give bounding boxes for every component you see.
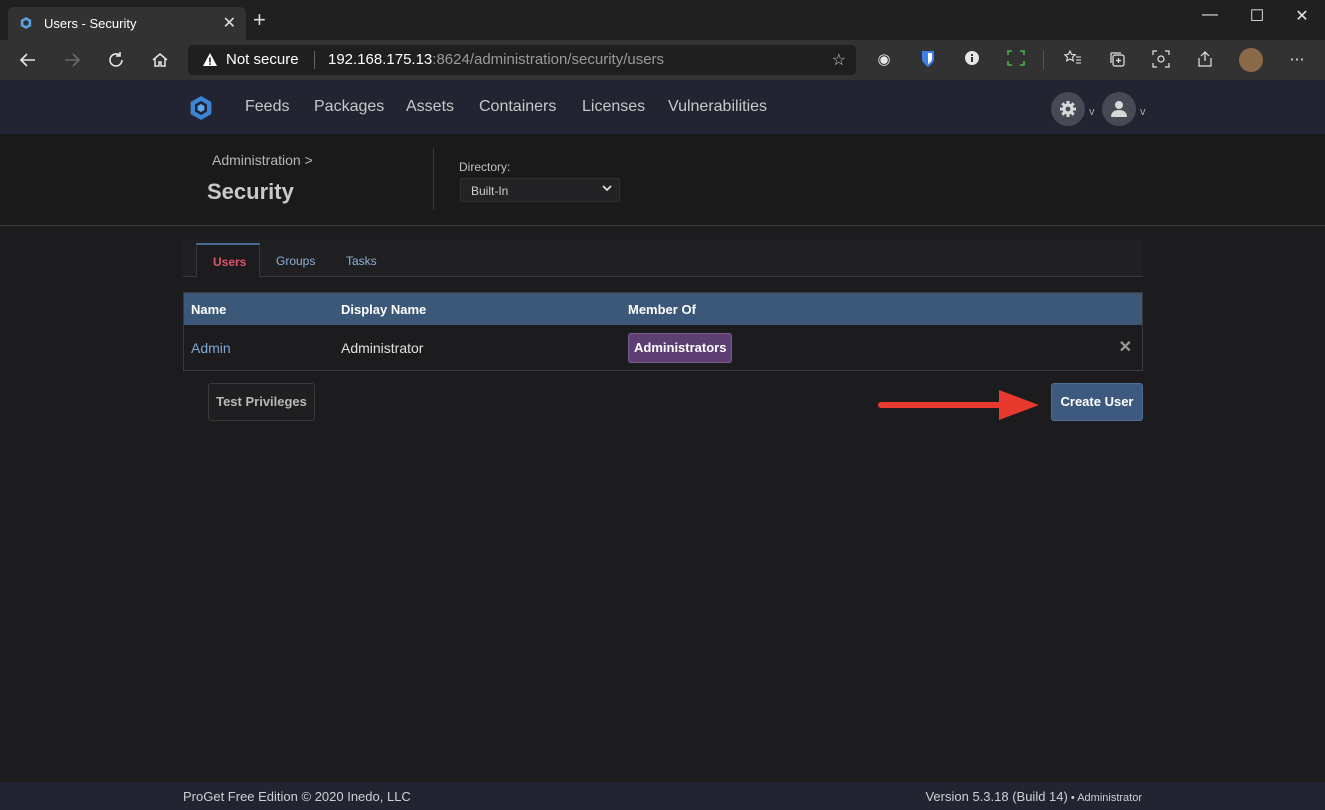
tab-close-icon[interactable]: ✕ [223,13,236,33]
browser-tab[interactable]: Users - Security ✕ [8,7,246,40]
settings-button[interactable] [1051,92,1085,126]
footer-version: Version 5.3.18 (Build 14) [925,789,1068,804]
directory-select[interactable]: Built-In [460,178,620,202]
nav-containers[interactable]: Containers [479,98,556,116]
directory-value: Built-In [471,184,509,198]
maximize-button[interactable]: ☐ [1245,6,1269,26]
chevron-down-icon [602,185,612,192]
favorite-star-icon[interactable]: ☆ [832,50,846,70]
warning-icon [203,53,217,66]
screenshot-icon[interactable] [1151,50,1171,70]
capture-extension-icon[interactable] [1006,50,1026,70]
table-header: Name Display Name Member Of [184,293,1142,325]
footer-version-info: Version 5.3.18 (Build 14) • Administrato… [925,789,1142,804]
extension-info-icon[interactable] [962,50,982,70]
browser-titlebar: Users - Security ✕ + — ☐ ✕ [0,0,1325,40]
collections-icon[interactable] [1107,50,1127,70]
create-user-button[interactable]: Create User [1051,383,1143,421]
table-row: Admin Administrator Administrators ✕ [184,325,1142,370]
column-header-name: Name [191,302,227,317]
settings-caret[interactable]: v [1089,106,1095,118]
home-icon[interactable] [149,49,171,71]
security-tabs: Users Groups Tasks [183,240,1143,277]
app-navbar: Feeds Packages Assets Containers License… [0,80,1325,134]
user-menu-button[interactable] [1102,92,1136,126]
column-header-display-name: Display Name [341,302,427,317]
breadcrumb[interactable]: Administration > [212,152,313,168]
share-icon[interactable] [1195,50,1215,70]
delete-user-icon[interactable]: ✕ [1119,337,1132,357]
tab-users[interactable]: Users [196,243,260,277]
user-display-name: Administrator [341,340,424,356]
users-table: Name Display Name Member Of Admin Admini… [183,292,1143,371]
annotation-arrow-icon [878,390,1039,420]
footer-copyright: ProGet Free Edition © 2020 Inedo, LLC [183,789,411,804]
profile-avatar[interactable] [1239,48,1263,72]
close-window-button[interactable]: ✕ [1290,6,1314,26]
tab-tasks[interactable]: Tasks [330,243,393,277]
nav-vulnerabilities[interactable]: Vulnerabilities [668,98,767,116]
tab-groups[interactable]: Groups [260,243,331,277]
nav-licenses[interactable]: Licenses [582,98,645,116]
back-icon[interactable] [17,49,39,71]
url-text[interactable]: 192.168.175.13:8624/administration/secur… [328,51,664,68]
toolbar-divider [1043,51,1044,69]
column-header-member-of: Member Of [628,302,696,317]
url-path: :8624/administration/security/users [432,51,665,68]
forward-icon[interactable] [61,49,83,71]
tab-title: Users - Security [44,16,137,31]
nav-feeds[interactable]: Feeds [245,98,289,116]
favorites-icon[interactable] [1063,49,1083,70]
page-header: Administration > Security Directory: Bui… [0,134,1325,226]
new-tab-button[interactable]: + [253,9,266,31]
footer-separator: • [1067,792,1078,804]
proget-favicon-icon [20,17,32,29]
address-bar[interactable]: Not secure 192.168.175.13:8624/administr… [188,45,856,75]
group-badge[interactable]: Administrators [628,333,733,363]
url-host: 192.168.175.13 [328,51,433,68]
user-caret[interactable]: v [1140,106,1146,118]
user-icon [1111,101,1127,117]
browser-toolbar: Not secure 192.168.175.13:8624/administr… [0,40,1325,80]
nav-assets[interactable]: Assets [406,98,454,116]
minimize-button[interactable]: — [1198,6,1222,26]
footer: ProGet Free Edition © 2020 Inedo, LLC Ve… [0,782,1325,810]
bitwarden-shield-icon[interactable] [918,50,938,70]
page-title: Security [207,179,294,204]
more-menu-icon[interactable]: ⋯ [1287,50,1307,70]
refresh-icon[interactable] [105,49,127,71]
test-privileges-button[interactable]: Test Privileges [208,383,315,421]
user-name-link[interactable]: Admin [191,340,231,356]
directory-label: Directory: [459,160,511,174]
nav-packages[interactable]: Packages [314,98,384,116]
gear-icon [1060,101,1076,117]
proget-logo-icon[interactable] [188,95,214,121]
security-status[interactable]: Not secure [226,51,299,68]
footer-user[interactable]: Administrator [1077,792,1142,804]
header-divider [433,148,434,210]
extension-icon[interactable]: ◉ [874,50,894,70]
url-separator [314,51,315,69]
